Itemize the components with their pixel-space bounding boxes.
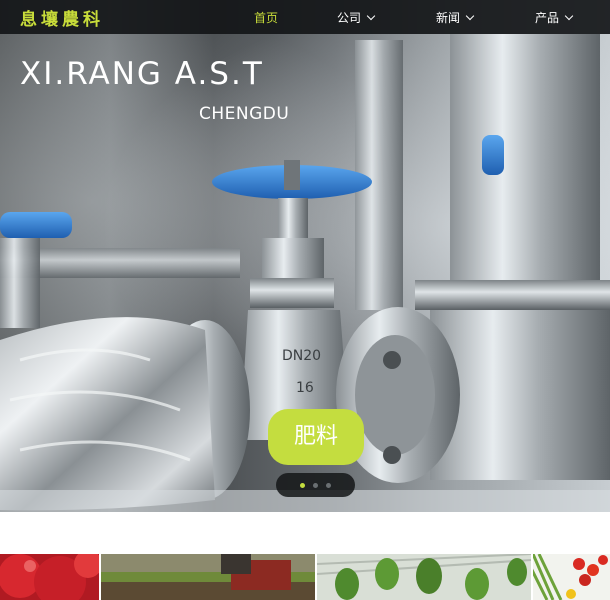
hero-slider: DN20 16 XI.RANG A.S.T CHENGDU 肥料 xyxy=(0,0,610,512)
thumbnail-fruit[interactable] xyxy=(0,554,99,600)
slider-dot-2[interactable] xyxy=(313,483,318,488)
nav-item-news[interactable]: 新闻 xyxy=(436,9,475,26)
chevron-down-icon xyxy=(366,11,376,21)
thumbnail-farm-soil[interactable] xyxy=(101,554,315,600)
nav-item-label: 产品 xyxy=(535,11,560,25)
chevron-down-icon xyxy=(564,11,574,21)
nav-item-label: 首页 xyxy=(254,11,279,25)
slider-dot-3[interactable] xyxy=(326,483,331,488)
hero-city-subtitle: CHENGDU xyxy=(199,104,290,124)
tomato-plant-image xyxy=(533,554,610,600)
hero-brand-title: XI.RANG A.S.T xyxy=(20,56,264,92)
nav-item-products[interactable]: 产品 xyxy=(535,9,574,26)
site-logo[interactable]: 息壤農科 xyxy=(20,5,104,30)
greenhouse-plants-image xyxy=(317,554,531,600)
nav-item-company[interactable]: 公司 xyxy=(337,9,376,26)
slider-dot-1[interactable] xyxy=(300,483,305,488)
hero-cta-button[interactable]: 肥料 xyxy=(268,409,364,465)
nav-item-home[interactable]: 首页 xyxy=(254,9,278,26)
chevron-down-icon xyxy=(465,11,475,21)
nav-item-label: 新闻 xyxy=(436,11,461,25)
farm-soil-image xyxy=(101,554,315,600)
top-nav: 息壤農科 首页 公司 新闻 产品 xyxy=(0,0,610,34)
svg-text:DN20: DN20 xyxy=(282,348,321,364)
svg-text:16: 16 xyxy=(296,380,314,396)
thumbnail-greenhouse[interactable] xyxy=(317,554,531,600)
slider-pagination xyxy=(276,473,355,497)
fruit-image xyxy=(0,554,99,600)
nav-item-label: 公司 xyxy=(337,11,362,25)
thumbnail-tomato[interactable] xyxy=(533,554,610,600)
